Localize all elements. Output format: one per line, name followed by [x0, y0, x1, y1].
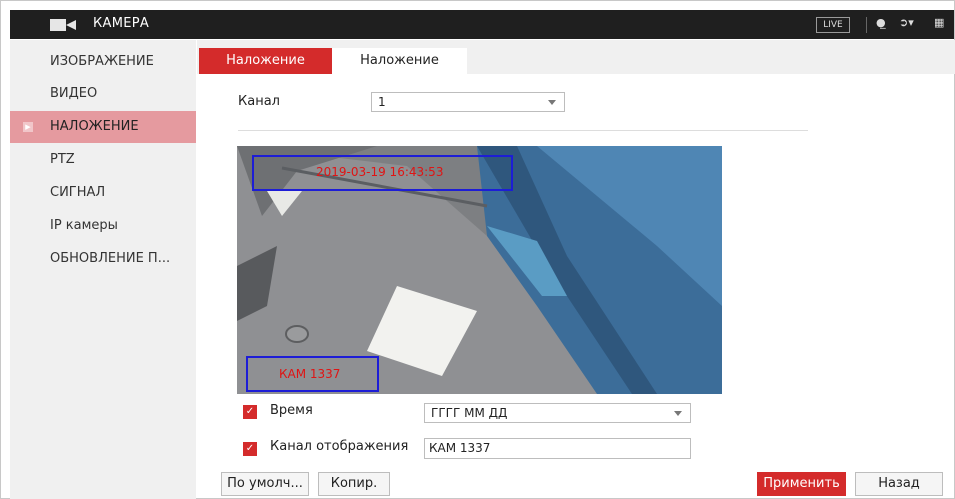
sidebar-item-overlay[interactable]: ▶ НАЛОЖЕНИЕ	[10, 111, 196, 143]
channel-select[interactable]: 1	[371, 92, 565, 112]
chevron-down-icon	[674, 411, 682, 416]
sidebar-item-label: IP камеры	[50, 218, 118, 233]
time-format-select[interactable]: ГГГГ ММ ДД	[424, 403, 691, 423]
time-format-value: ГГГГ ММ ДД	[431, 406, 508, 420]
sidebar-item-ptz[interactable]: PTZ	[10, 144, 196, 176]
time-checkbox[interactable]: ✓	[243, 405, 257, 419]
sidebar: ИЗОБРАЖЕНИЕ ВИДЕО ▶ НАЛОЖЕНИЕ PTZ СИГНАЛ…	[10, 40, 196, 499]
divider	[238, 130, 808, 131]
tab-overlay-2[interactable]: Наложение	[332, 48, 467, 74]
sidebar-item-label: PTZ	[50, 152, 75, 167]
camera-icon	[50, 19, 78, 31]
user-icon[interactable]: ●̲	[876, 16, 886, 29]
timestamp-overlay-text: 2019-03-19 16:43:53	[316, 165, 444, 179]
channel-display-checkbox[interactable]: ✓	[243, 442, 257, 456]
channel-display-label: Канал отображения	[270, 439, 409, 454]
sidebar-item-label: ОБНОВЛЕНИЕ П...	[50, 251, 171, 266]
channel-select-value: 1	[378, 95, 386, 109]
top-bar: КАМЕРА LIVE ●̲ ➲▾ ▦	[10, 10, 954, 39]
page-title: КАМЕРА	[93, 16, 150, 31]
live-button[interactable]: LIVE	[816, 17, 850, 33]
channel-label: Канал	[238, 94, 280, 109]
sidebar-item-label: ВИДЕО	[50, 86, 98, 101]
channel-name-overlay-text: КАМ 1337	[279, 367, 341, 381]
sidebar-item-video[interactable]: ВИДЕО	[10, 78, 196, 110]
copy-button[interactable]: Копир.	[318, 472, 390, 496]
sidebar-item-label: ИЗОБРАЖЕНИЕ	[50, 54, 154, 69]
tab-overlay-1[interactable]: Наложение	[199, 48, 332, 74]
sidebar-item-signal[interactable]: СИГНАЛ	[10, 177, 196, 209]
sidebar-item-image[interactable]: ИЗОБРАЖЕНИЕ	[10, 46, 196, 78]
logout-icon[interactable]: ➲▾	[899, 16, 914, 29]
chevron-right-icon: ▶	[23, 122, 33, 132]
sidebar-item-update[interactable]: ОБНОВЛЕНИЕ П...	[10, 243, 196, 275]
sidebar-item-label: НАЛОЖЕНИЕ	[50, 119, 139, 134]
sidebar-item-ip-cameras[interactable]: IP камеры	[10, 210, 196, 242]
apply-button[interactable]: Применить	[757, 472, 846, 496]
video-preview[interactable]: 2019-03-19 16:43:53 КАМ 1337	[237, 146, 722, 394]
default-button[interactable]: По умолч...	[221, 472, 309, 496]
tab-bar: Наложение Наложение	[197, 40, 955, 74]
back-button[interactable]: Назад	[855, 472, 943, 496]
qr-code-icon[interactable]: ▦	[934, 16, 944, 29]
chevron-down-icon	[548, 100, 556, 105]
channel-display-input[interactable]: КАМ 1337	[424, 438, 691, 459]
sidebar-item-label: СИГНАЛ	[50, 185, 106, 200]
time-label: Время	[270, 403, 313, 418]
divider	[866, 17, 867, 33]
